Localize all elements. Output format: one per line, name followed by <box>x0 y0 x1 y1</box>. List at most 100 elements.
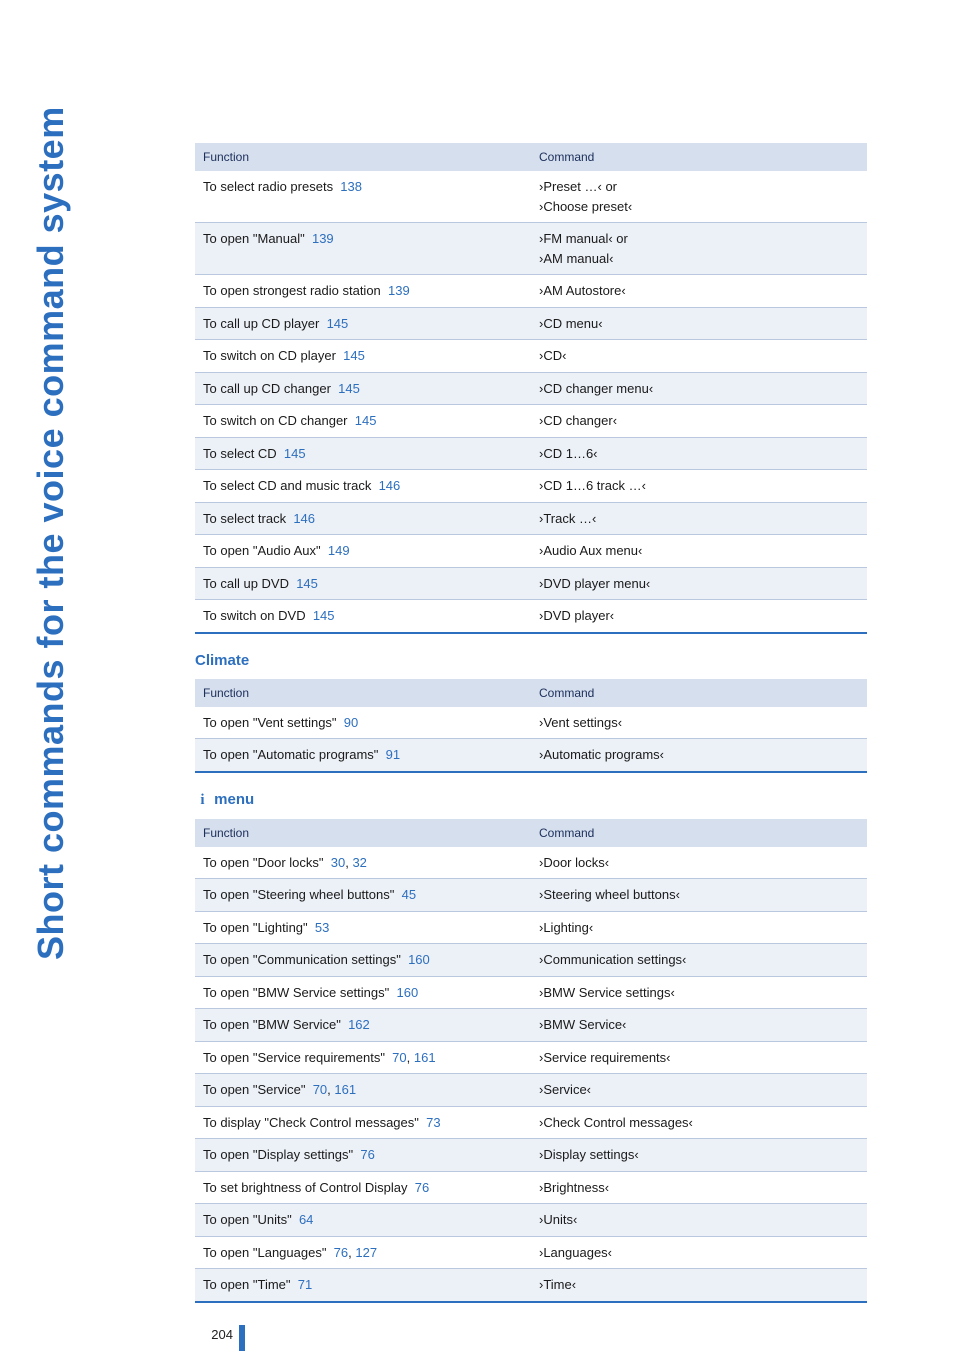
function-cell: To select CD and music track 146 <box>195 470 531 503</box>
page-link[interactable]: 70 <box>313 1082 327 1097</box>
function-text: To open "Door locks" <box>203 855 331 870</box>
function-cell: To open "Service" 70, 161 <box>195 1074 531 1107</box>
table-row: To open strongest radio station 139›AM A… <box>195 275 867 308</box>
command-cell: ›DVD player‹ <box>531 600 867 633</box>
function-text: To select radio presets <box>203 179 340 194</box>
page-link[interactable]: 145 <box>296 576 318 591</box>
page-link[interactable]: 160 <box>408 952 430 967</box>
table-row: To open "Display settings" 76›Display se… <box>195 1139 867 1172</box>
function-text: To open "Display settings" <box>203 1147 360 1162</box>
function-text: To open "Lighting" <box>203 920 315 935</box>
page-link[interactable]: 73 <box>426 1115 440 1130</box>
table-row: To open "Door locks" 30, 32›Door locks‹ <box>195 847 867 879</box>
page-link[interactable]: 64 <box>299 1212 313 1227</box>
function-cell: To open "Lighting" 53 <box>195 911 531 944</box>
page-link[interactable]: 139 <box>388 283 410 298</box>
command-cell: ›Automatic programs‹ <box>531 739 867 772</box>
page-link[interactable]: 146 <box>379 478 401 493</box>
page-link[interactable]: 76 <box>415 1180 429 1195</box>
table-row: To call up CD player 145›CD menu‹ <box>195 307 867 340</box>
commands-table-climate: Function Command To open "Vent settings"… <box>195 679 867 773</box>
page-link[interactable]: 127 <box>355 1245 377 1260</box>
page-link[interactable]: 162 <box>348 1017 370 1032</box>
table-row: To open "BMW Service settings" 160›BMW S… <box>195 976 867 1009</box>
function-text: To open "Languages" <box>203 1245 334 1260</box>
page-link[interactable]: 138 <box>340 179 362 194</box>
command-cell: ›Track …‹ <box>531 502 867 535</box>
function-text: To set brightness of Control Display <box>203 1180 415 1195</box>
command-cell: ›Time‹ <box>531 1269 867 1302</box>
command-cell: ›Brightness‹ <box>531 1171 867 1204</box>
page-link[interactable]: 145 <box>284 446 306 461</box>
separator: , <box>407 1050 414 1065</box>
command-cell: ›Communication settings‹ <box>531 944 867 977</box>
table-row: To call up DVD 145›DVD player menu‹ <box>195 567 867 600</box>
function-text: To open "Audio Aux" <box>203 543 328 558</box>
table-row: To open "Vent settings" 90›Vent settings… <box>195 707 867 739</box>
function-cell: To call up CD player 145 <box>195 307 531 340</box>
function-text: To open "BMW Service" <box>203 1017 348 1032</box>
page-link[interactable]: 161 <box>414 1050 436 1065</box>
table-row: To open "Languages" 76, 127›Languages‹ <box>195 1236 867 1269</box>
table-row: To open "Steering wheel buttons" 45›Stee… <box>195 879 867 912</box>
page-link[interactable]: 70 <box>392 1050 406 1065</box>
page-link[interactable]: 76 <box>360 1147 374 1162</box>
page-link[interactable]: 160 <box>396 985 418 1000</box>
function-cell: To display "Check Control messages" 73 <box>195 1106 531 1139</box>
page-content: Function Command To select radio presets… <box>195 143 867 1351</box>
function-text: To open "Automatic programs" <box>203 747 386 762</box>
page-link[interactable]: 30 <box>331 855 345 870</box>
function-text: To select CD <box>203 446 284 461</box>
page-link[interactable]: 53 <box>315 920 329 935</box>
page-link[interactable]: 145 <box>355 413 377 428</box>
page-link[interactable]: 32 <box>352 855 366 870</box>
commands-table-i-menu: Function Command To open "Door locks" 30… <box>195 819 867 1303</box>
function-cell: To switch on CD player 145 <box>195 340 531 373</box>
function-text: To open "Service" <box>203 1082 313 1097</box>
table-row: To open "Service requirements" 70, 161›S… <box>195 1041 867 1074</box>
function-cell: To open "Service requirements" 70, 161 <box>195 1041 531 1074</box>
page-link[interactable]: 145 <box>327 316 349 331</box>
function-text: To select track <box>203 511 293 526</box>
page-link[interactable]: 90 <box>344 715 358 730</box>
command-cell: ›Preset …‹ or›Choose preset‹ <box>531 171 867 223</box>
function-cell: To open "Door locks" 30, 32 <box>195 847 531 879</box>
header-command: Command <box>531 679 867 707</box>
table-row: To open "Audio Aux" 149›Audio Aux menu‹ <box>195 535 867 568</box>
page-link[interactable]: 76 <box>334 1245 348 1260</box>
page-link[interactable]: 145 <box>338 381 360 396</box>
function-text: To call up CD player <box>203 316 327 331</box>
function-text: To open "Vent settings" <box>203 715 344 730</box>
page-link[interactable]: 149 <box>328 543 350 558</box>
page-link[interactable]: 139 <box>312 231 334 246</box>
function-cell: To open strongest radio station 139 <box>195 275 531 308</box>
command-cell: ›CD menu‹ <box>531 307 867 340</box>
page-link[interactable]: 145 <box>343 348 365 363</box>
function-cell: To open "Display settings" 76 <box>195 1139 531 1172</box>
page-link[interactable]: 71 <box>298 1277 312 1292</box>
function-cell: To open "Units" 64 <box>195 1204 531 1237</box>
page-link[interactable]: 45 <box>402 887 416 902</box>
command-cell: ›CD‹ <box>531 340 867 373</box>
page-number: 204 <box>205 1325 245 1351</box>
function-cell: To open "Communication settings" 160 <box>195 944 531 977</box>
function-cell: To set brightness of Control Display 76 <box>195 1171 531 1204</box>
page-link[interactable]: 91 <box>386 747 400 762</box>
side-rotated-title: Short commands for the voice command sys… <box>30 106 72 960</box>
command-cell: ›Units‹ <box>531 1204 867 1237</box>
function-cell: To select radio presets 138 <box>195 171 531 223</box>
command-cell: ›Display settings‹ <box>531 1139 867 1172</box>
section-title-i-menu: i menu <box>195 791 867 809</box>
table-header: Function Command <box>195 143 867 171</box>
page-link[interactable]: 161 <box>334 1082 356 1097</box>
function-cell: To open "BMW Service" 162 <box>195 1009 531 1042</box>
table-row: To select track 146 ›Track …‹ <box>195 502 867 535</box>
table-row: To switch on CD changer 145›CD changer‹ <box>195 405 867 438</box>
page-link[interactable]: 146 <box>293 511 315 526</box>
command-cell: ›DVD player menu‹ <box>531 567 867 600</box>
command-cell: ›CD 1…6‹ <box>531 437 867 470</box>
page-link[interactable]: 145 <box>313 608 335 623</box>
function-text: To switch on CD player <box>203 348 343 363</box>
table-row: To open "Manual" 139›FM manual‹ or›AM ma… <box>195 223 867 275</box>
function-text: To open "Units" <box>203 1212 299 1227</box>
